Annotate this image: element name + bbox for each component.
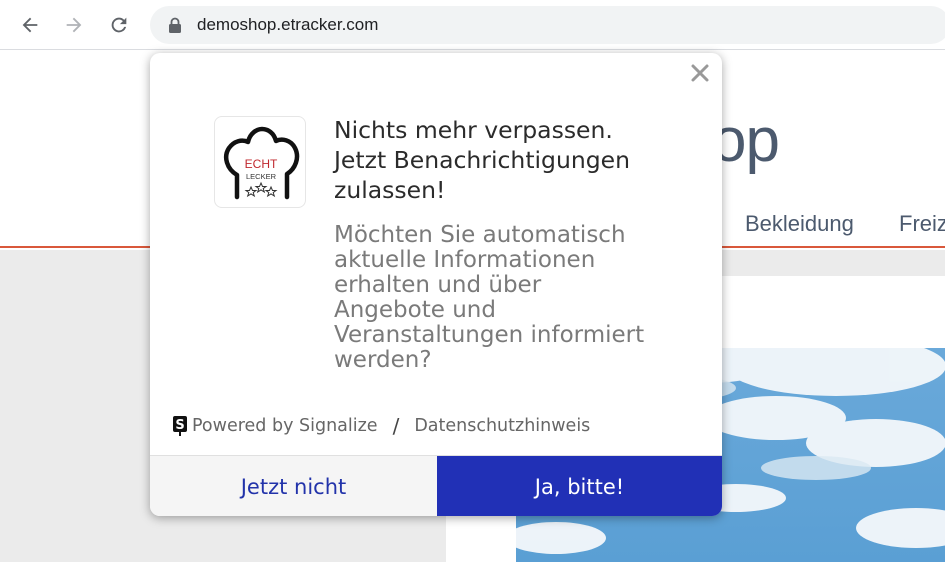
- dialog-footer: S Powered by Signalize / Datenschutzhinw…: [172, 411, 590, 441]
- dialog-title: Nichts mehr verpassen. Jetzt Benachricht…: [334, 115, 694, 205]
- signalize-logo-icon: S: [173, 416, 187, 436]
- accept-button[interactable]: Ja, bitte!: [437, 456, 722, 516]
- back-button[interactable]: [15, 10, 45, 40]
- url-text: demoshop.etracker.com: [197, 15, 379, 34]
- message-line: aktuelle Informationen: [334, 247, 596, 273]
- forward-arrow-icon: [66, 17, 82, 33]
- forward-button[interactable]: [59, 10, 89, 40]
- message-line: Möchten Sie automatisch: [334, 222, 626, 248]
- notification-permission-dialog: ECHT LECKER Nichts mehr verpassen. Jetzt…: [150, 53, 722, 516]
- chef-hat-logo-icon: ECHT LECKER: [224, 126, 300, 200]
- title-line: zulassen!: [334, 176, 446, 204]
- title-line: Nichts mehr verpassen.: [334, 116, 613, 144]
- message-line: Angebote und: [334, 297, 496, 323]
- reload-icon: [111, 17, 127, 33]
- app-logo: ECHT LECKER: [214, 116, 306, 208]
- message-line: erhalten und über: [334, 272, 542, 298]
- address-bar[interactable]: demoshop.etracker.com: [150, 6, 945, 44]
- menu-item-freizeit[interactable]: Freiz: [899, 211, 945, 237]
- dialog-message: Möchten Sie automatisch aktuelle Informa…: [334, 223, 704, 373]
- browser-toolbar: demoshop.etracker.com: [0, 0, 945, 50]
- close-icon[interactable]: [688, 61, 712, 85]
- powered-by-link[interactable]: Powered by Signalize: [192, 416, 378, 436]
- privacy-link[interactable]: Datenschutzhinweis: [414, 416, 590, 436]
- back-arrow-icon: [22, 17, 38, 33]
- title-line: Jetzt Benachrichtigungen: [334, 146, 631, 174]
- footer-separator: /: [392, 414, 400, 438]
- lock-icon: [169, 17, 181, 33]
- svg-text:S: S: [175, 418, 184, 433]
- message-line: werden?: [334, 347, 432, 373]
- site-logo-text[interactable]: op: [712, 105, 780, 176]
- logo-text-top: ECHT: [245, 157, 278, 171]
- menu-item-bekleidung[interactable]: Bekleidung: [745, 211, 854, 237]
- logo-text-bottom: LECKER: [246, 172, 277, 181]
- dialog-buttons: Jetzt nicht Ja, bitte!: [150, 455, 722, 516]
- message-line: Veranstaltungen informiert: [334, 322, 645, 348]
- decline-button[interactable]: Jetzt nicht: [150, 456, 437, 516]
- reload-button[interactable]: [104, 10, 134, 40]
